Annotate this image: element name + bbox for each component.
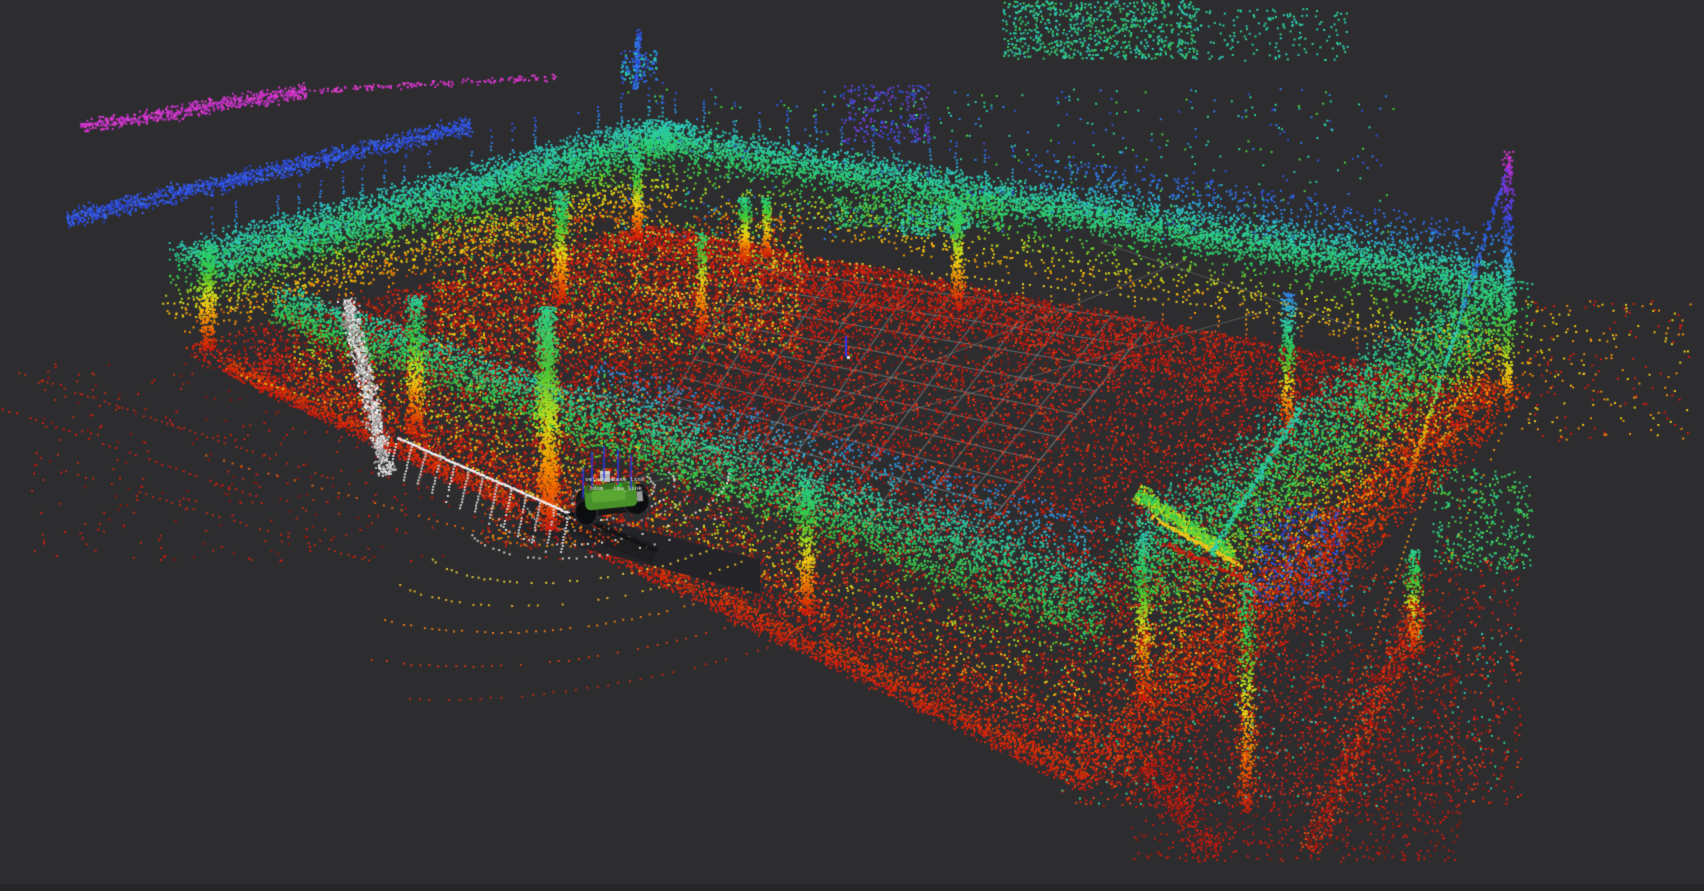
rviz-3d-viewport[interactable] [0, 0, 1704, 891]
pointcloud-visualizer-window [0, 0, 1704, 891]
